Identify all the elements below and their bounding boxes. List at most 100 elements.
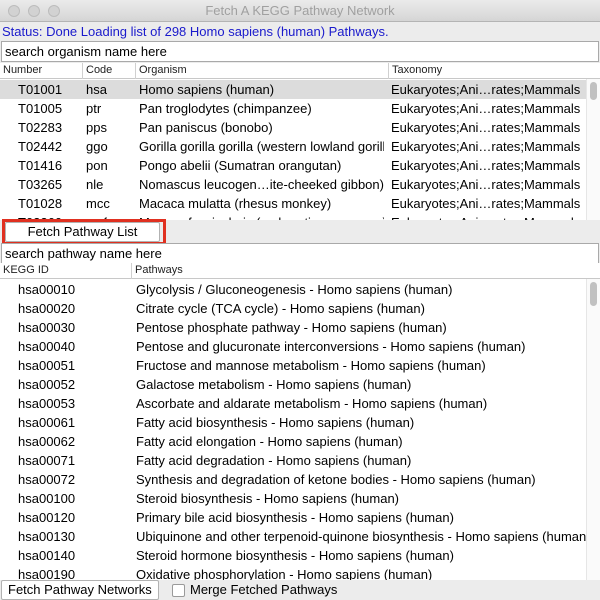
organism-table-row[interactable]: T01416 pon Pongo abelii (Sumatran oranguta… [0, 156, 586, 175]
organism-table-row[interactable]: T02442 ggo Gorilla gorilla gorilla (wester… [0, 137, 586, 156]
cell-organism: Gorilla gorilla gorilla (western lowland… [139, 139, 384, 154]
cell-taxonomy: Eukaryotes;Ani…rates;Mammals [391, 82, 581, 97]
pathway-table-row[interactable]: hsa00020 Citrate cycle (TCA cycle) - Homo… [0, 299, 586, 318]
cell-pathway-name: Ubiquinone and other terpenoid-quinone b… [136, 529, 586, 544]
fetch-pathway-networks-button[interactable]: Fetch Pathway Networks [1, 580, 159, 600]
organism-table-row[interactable]: T02283 pps Pan paniscus (bonobo) Eukaryotes… [0, 118, 586, 137]
cell-kegg-id: hsa00071 [18, 453, 76, 468]
pathway-table-row[interactable]: hsa00072 Synthesis and degradation of ket… [0, 470, 586, 489]
cell-pathway-name: Synthesis and degradation of ketone bodi… [136, 472, 536, 487]
cell-pathway-name: Fatty acid elongation - Homo sapiens (hu… [136, 434, 403, 449]
cell-code: ptr [86, 101, 102, 116]
cell-pathway-name: Fatty acid degradation - Homo sapiens (h… [136, 453, 412, 468]
merge-pathways-label: Merge Fetched Pathways [190, 582, 338, 597]
cell-kegg-id: hsa00100 [18, 491, 76, 506]
window-title: Fetch A KEGG Pathway Network [205, 3, 395, 18]
cell-pathway-name: Pentose and glucuronate interconversions… [136, 339, 526, 354]
pathway-table-scrollbar[interactable] [586, 279, 600, 580]
cell-organism: Pongo abelii (Sumatran orangutan) [139, 158, 342, 173]
cell-organism: Pan paniscus (bonobo) [139, 120, 273, 135]
cell-kegg-id: hsa00052 [18, 377, 76, 392]
cell-taxonomy: Eukaryotes;Ani…rates;Mammals [391, 158, 581, 173]
pathway-search-input[interactable] [1, 243, 599, 264]
cell-taxonomy: Eukaryotes;Ani…rates;Mammals [391, 177, 581, 192]
status-text: Status: Done Loading list of 298 Homo sa… [2, 24, 389, 39]
pathway-scroll-thumb[interactable] [590, 282, 597, 306]
pathway-table-row[interactable]: hsa00130 Ubiquinone and other terpenoid-q… [0, 527, 586, 546]
cell-pathway-name: Galactose metabolism - Homo sapiens (hum… [136, 377, 412, 392]
cell-kegg-id: hsa00010 [18, 282, 76, 297]
cell-pathway-name: Oxidative phosphorylation - Homo sapiens… [136, 567, 433, 580]
cell-kegg-id: hsa00140 [18, 548, 76, 563]
pathway-table-row[interactable]: hsa00051 Fructose and mannose metabolism … [0, 356, 586, 375]
cell-pathway-name: Steroid biosynthesis - Homo sapiens (hum… [136, 491, 400, 506]
pathway-table-row[interactable]: hsa00062 Fatty acid elongation - Homo sap… [0, 432, 586, 451]
cell-number: T01005 [18, 101, 63, 116]
pathway-table-row[interactable]: hsa00040 Pentose and glucuronate intercon… [0, 337, 586, 356]
cell-organism: Nomascus leucogen…ite-cheeked gibbon) [139, 177, 384, 192]
cell-number: T01416 [18, 158, 63, 173]
cell-taxonomy: Eukaryotes;Ani…rates;Mammals [391, 139, 581, 154]
cell-number: T02283 [18, 120, 63, 135]
cell-code: pps [86, 120, 107, 135]
organism-table: Number Code Organism Taxonomy T01001 hsa H… [0, 63, 600, 220]
pathway-table-row[interactable]: hsa00030 Pentose phosphate pathway - Homo… [0, 318, 586, 337]
organism-table-row[interactable]: T01005 ptr Pan troglodytes (chimpanzee) Euk… [0, 99, 586, 118]
cell-kegg-id: hsa00053 [18, 396, 76, 411]
bottom-bar: Fetch Pathway Networks Merge Fetched Pat… [0, 580, 600, 600]
highlight-box [2, 219, 166, 245]
pathway-table-row[interactable]: hsa00190 Oxidative phosphorylation - Homo… [0, 565, 586, 580]
cell-organism: Macaca fascicularis (crab-eating macaque… [139, 213, 384, 220]
pathway-table-row[interactable]: hsa00061 Fatty acid biosynthesis - Homo s… [0, 413, 586, 432]
cell-pathway-name: Glycolysis / Gluconeogenesis - Homo sapi… [136, 282, 453, 297]
column-header-taxonomy[interactable]: Taxonomy [388, 63, 600, 79]
cell-kegg-id: hsa00020 [18, 301, 76, 316]
cell-pathway-name: Fructose and mannose metabolism - Homo s… [136, 358, 486, 373]
cell-organism: Pan troglodytes (chimpanzee) [139, 101, 312, 116]
column-header-code[interactable]: Code [82, 63, 135, 79]
merge-pathways-checkbox[interactable] [172, 584, 185, 597]
pathway-table-row[interactable]: hsa00071 Fatty acid degradation - Homo sa… [0, 451, 586, 470]
cell-taxonomy: Eukaryotes;Ani…rates;Mammals [391, 101, 581, 116]
pathway-table-row[interactable]: hsa00010 Glycolysis / Gluconeogenesis - H… [0, 280, 586, 299]
cell-code: mcc [86, 196, 110, 211]
column-header-number[interactable]: Number [0, 63, 82, 79]
cell-kegg-id: hsa00051 [18, 358, 76, 373]
cell-kegg-id: hsa00040 [18, 339, 76, 354]
cell-number: T01001 [18, 82, 63, 97]
cell-pathway-name: Steroid hormone biosynthesis - Homo sapi… [136, 548, 454, 563]
organism-table-row[interactable]: T01001 hsa Homo sapiens (human) Eukaryotes;… [0, 80, 586, 99]
window-titlebar: Fetch A KEGG Pathway Network [0, 0, 600, 22]
pathway-table-row[interactable]: hsa00053 Ascorbate and aldarate metabolis… [0, 394, 586, 413]
cell-code: hsa [86, 82, 107, 97]
cell-number: T01028 [18, 196, 63, 211]
organism-table-scrollbar[interactable] [586, 79, 600, 220]
cell-pathway-name: Primary bile acid biosynthesis - Homo sa… [136, 510, 454, 525]
column-header-pathways[interactable]: Pathways [131, 263, 600, 279]
cell-pathway-name: Ascorbate and aldarate metabolism - Homo… [136, 396, 488, 411]
organism-scroll-thumb[interactable] [590, 82, 597, 100]
pathway-table-row[interactable]: hsa00052 Galactose metabolism - Homo sapi… [0, 375, 586, 394]
cell-taxonomy: Eukaryotes;Ani…rates;Mammals [391, 196, 581, 211]
cell-pathway-name: Fatty acid biosynthesis - Homo sapiens (… [136, 415, 415, 430]
pathway-table-row[interactable]: hsa00100 Steroid biosynthesis - Homo sapi… [0, 489, 586, 508]
column-header-kegg-id[interactable]: KEGG ID [0, 263, 131, 279]
cell-number: T02442 [18, 139, 63, 154]
cell-kegg-id: hsa00072 [18, 472, 76, 487]
cell-kegg-id: hsa00130 [18, 529, 76, 544]
cell-kegg-id: hsa00061 [18, 415, 76, 430]
organism-table-row[interactable]: T01028 mcc Macaca mulatta (rhesus monkey) E… [0, 194, 586, 213]
cell-code: pon [86, 158, 108, 173]
cell-code: nle [86, 177, 104, 192]
cell-code: ggo [86, 139, 108, 154]
column-header-organism[interactable]: Organism [135, 63, 388, 79]
pathway-table-row[interactable]: hsa00120 Primary bile acid biosynthesis -… [0, 508, 586, 527]
cell-taxonomy: Eukaryotes;Ani…rates;Mammals [391, 213, 586, 220]
organism-table-row[interactable]: T03265 nle Nomascus leucogen…ite-cheeked g… [0, 175, 586, 194]
cell-pathway-name: Citrate cycle (TCA cycle) - Homo sapiens… [136, 301, 425, 316]
cell-taxonomy: Eukaryotes;Ani…rates;Mammals [391, 120, 581, 135]
pathway-table-row[interactable]: hsa00140 Steroid hormone biosynthesis - H… [0, 546, 586, 565]
cell-kegg-id: hsa00030 [18, 320, 76, 335]
organism-search-input[interactable] [1, 41, 599, 62]
cell-pathway-name: Pentose phosphate pathway - Homo sapiens… [136, 320, 447, 335]
